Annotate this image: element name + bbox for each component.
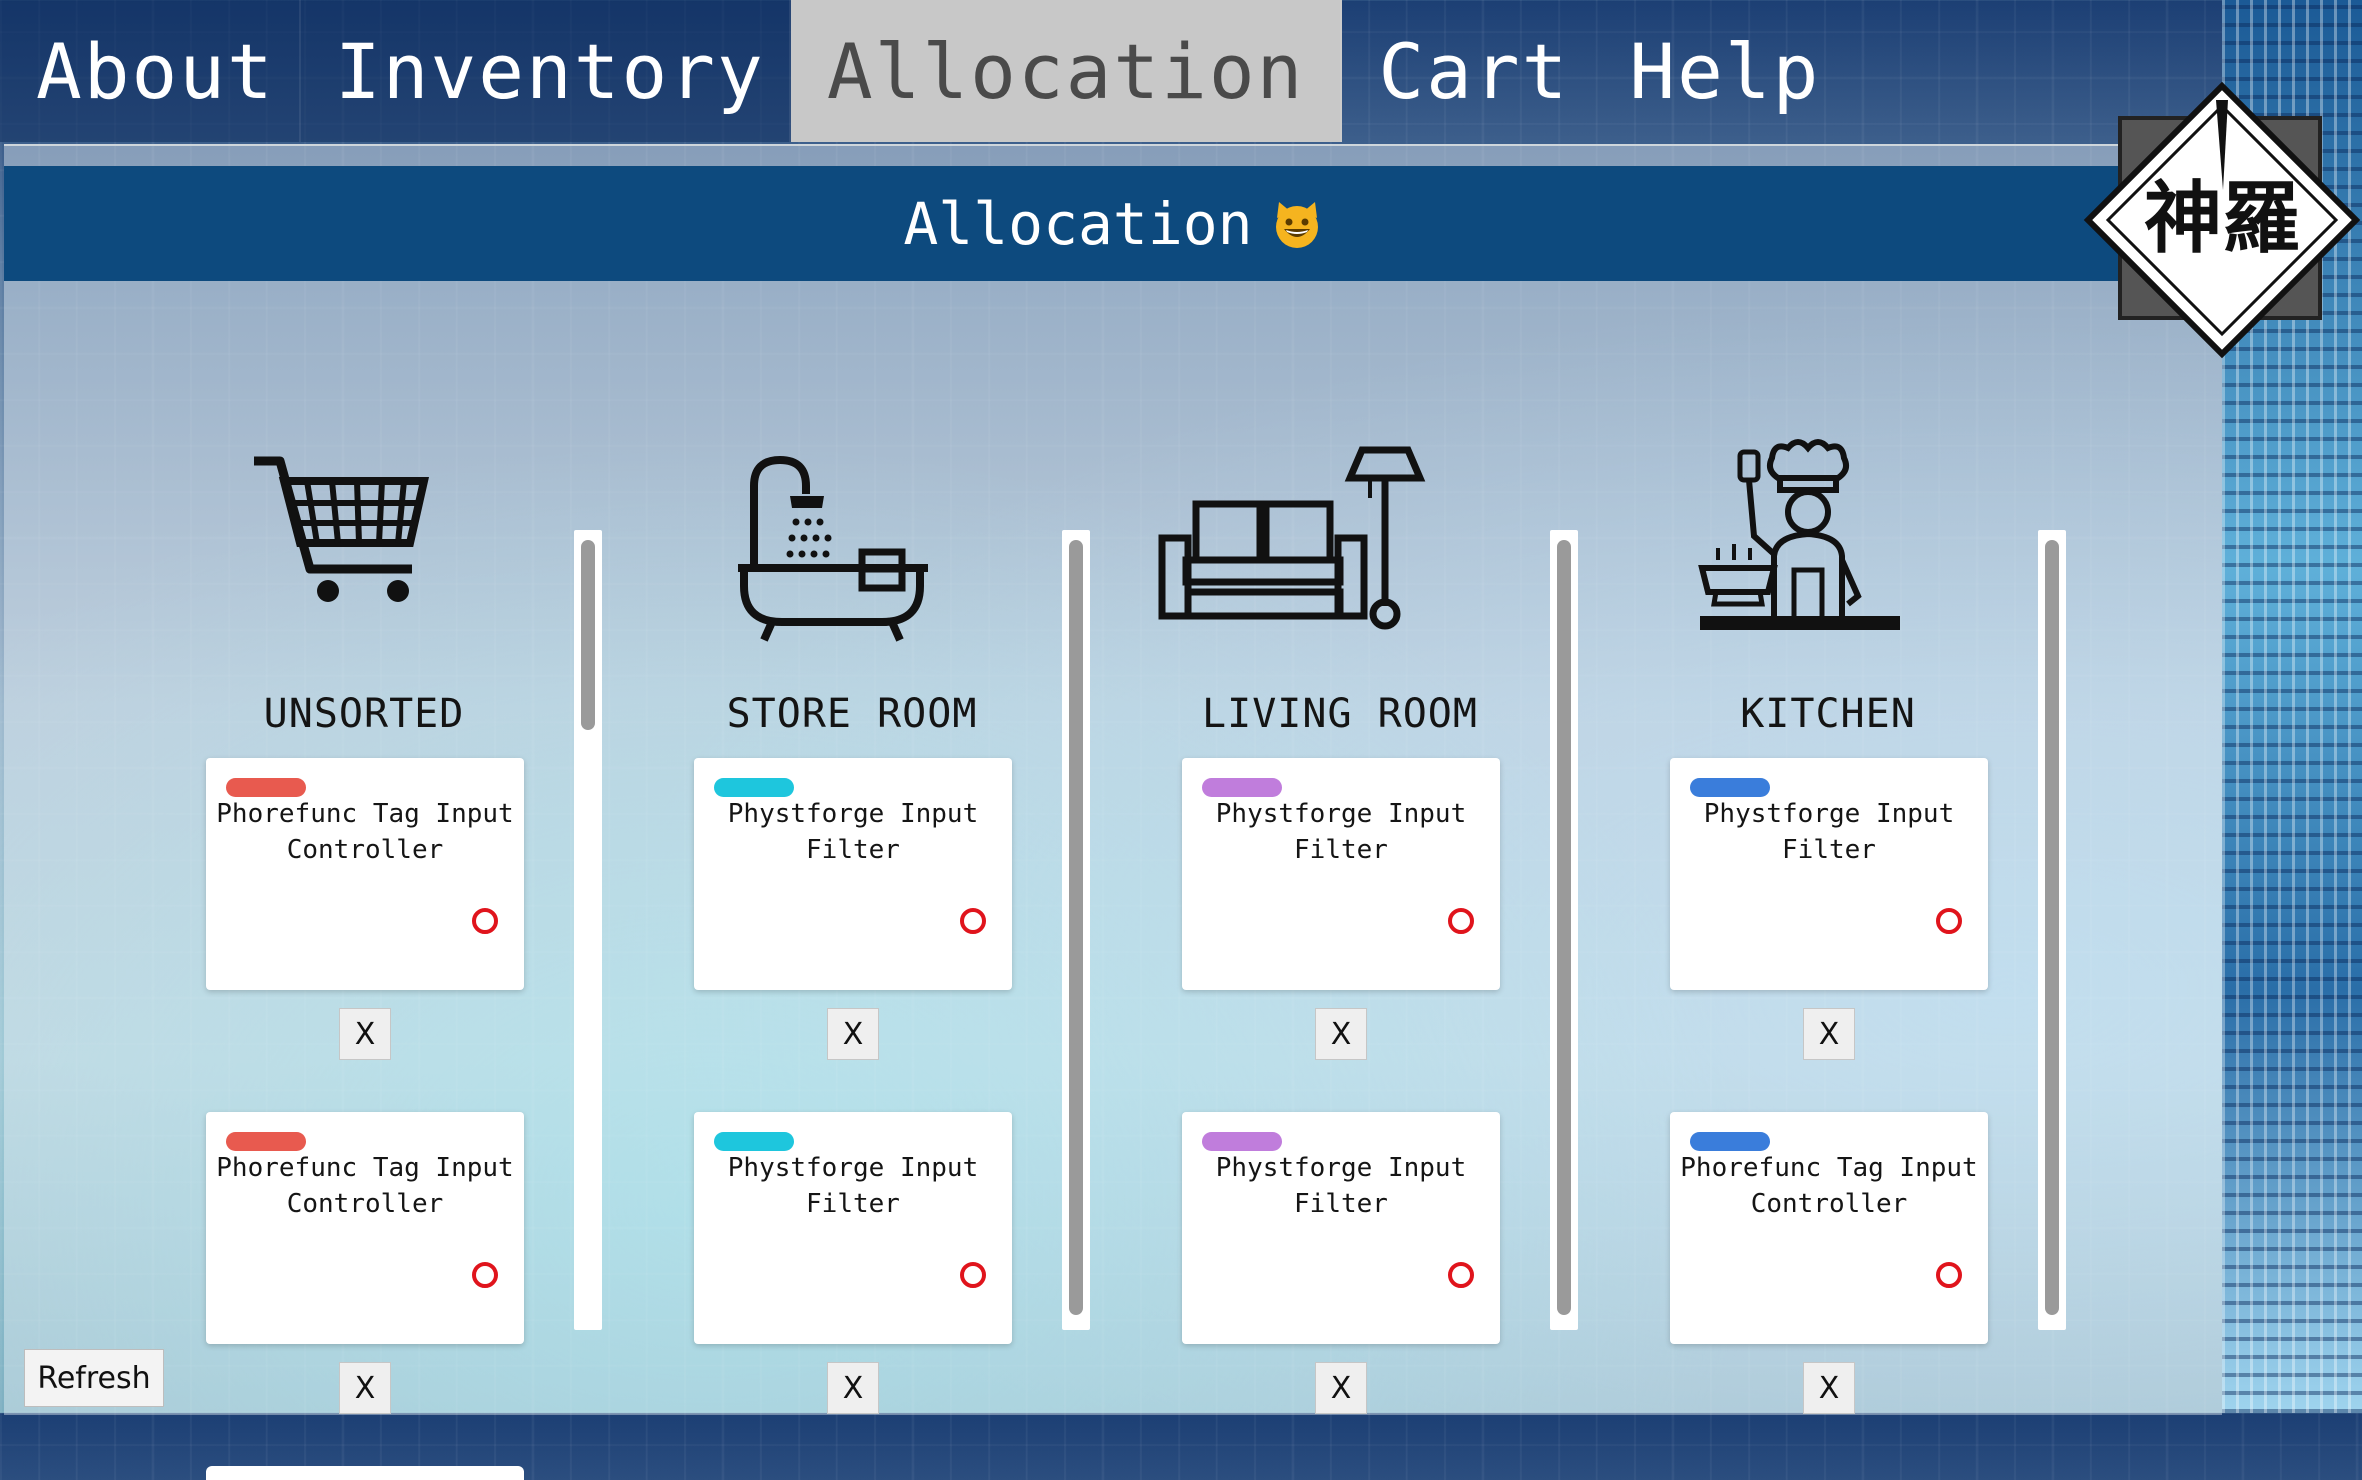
status-indicator xyxy=(472,1262,498,1288)
column-scrollbar[interactable] xyxy=(574,530,602,1330)
tab-allocation[interactable]: Allocation xyxy=(790,0,1343,142)
item-title: Phystforge Input Filter xyxy=(1215,799,1467,865)
remove-button[interactable]: X xyxy=(1315,1362,1367,1414)
column-title: STORE ROOM xyxy=(726,691,978,737)
scroll-thumb[interactable] xyxy=(1557,540,1571,1315)
panel-header: Allocation xyxy=(4,166,2222,281)
item-title: Phorefunc Tag Input Controller xyxy=(1680,1153,1978,1219)
category-tag xyxy=(714,778,794,797)
refresh-button[interactable]: Refresh xyxy=(24,1349,164,1407)
chef-icon xyxy=(1698,439,1900,630)
category-tag xyxy=(1202,1132,1282,1151)
tab-inventory[interactable]: Inventory xyxy=(301,0,791,142)
item-card[interactable]: Phystforge Input Filter xyxy=(1670,758,1988,990)
shopping-cart-icon xyxy=(254,456,430,602)
status-indicator xyxy=(960,908,986,934)
tab-cart[interactable]: Cart xyxy=(1342,0,1599,142)
category-tag xyxy=(1690,778,1770,797)
logo-text: 神羅 xyxy=(2144,173,2300,264)
category-tag xyxy=(1690,1132,1770,1151)
status-indicator xyxy=(472,908,498,934)
shinra-logo: 神羅 xyxy=(2083,81,2361,359)
item-title: Phystforge Input Filter xyxy=(727,799,979,865)
grinning-cat-icon xyxy=(1275,201,1318,248)
status-indicator xyxy=(1448,908,1474,934)
item-title: Phystforge Input Filter xyxy=(1215,1153,1467,1219)
remove-button[interactable]: X xyxy=(1803,1008,1855,1060)
column-title: UNSORTED xyxy=(263,691,465,737)
top-nav: About Inventory Allocation Cart Help xyxy=(0,0,1820,142)
item-card[interactable]: Phystforge Input Filter xyxy=(1182,758,1500,990)
allocation-panel: Allocation UNSORTED Phorefunc Tag Input … xyxy=(4,144,2222,1480)
remove-button[interactable]: X xyxy=(827,1362,879,1414)
item-card[interactable]: Phorefunc Tag Input Controller xyxy=(1670,1112,1988,1344)
category-tag xyxy=(226,778,306,797)
category-tag xyxy=(1202,778,1282,797)
item-card[interactable]: Phorefunc Tag Input Controller xyxy=(206,1112,524,1344)
status-indicator xyxy=(1936,908,1962,934)
scroll-thumb[interactable] xyxy=(1069,540,1083,1315)
column-title: LIVING ROOM xyxy=(1202,691,1478,737)
column-scrollbar[interactable] xyxy=(2038,530,2066,1330)
remove-button[interactable]: X xyxy=(339,1362,391,1414)
remove-button[interactable]: X xyxy=(1315,1008,1367,1060)
remove-button[interactable]: X xyxy=(827,1008,879,1060)
sofa-icon xyxy=(1158,446,1426,630)
item-title: Phystforge Input Filter xyxy=(727,1153,979,1219)
item-card[interactable]: Phystforge Input Filter xyxy=(694,758,1012,990)
item-card[interactable]: Phystforge Input Filter xyxy=(694,1112,1012,1344)
item-title: Phorefunc Tag Input Controller xyxy=(216,799,514,865)
remove-button[interactable]: X xyxy=(339,1008,391,1060)
tab-about[interactable]: About xyxy=(0,0,301,142)
bathtub-icon xyxy=(738,455,928,642)
column-scrollbar[interactable] xyxy=(1550,530,1578,1330)
status-indicator xyxy=(1936,1262,1962,1288)
page-title: Allocation xyxy=(903,189,1253,258)
scroll-thumb[interactable] xyxy=(2045,540,2059,1315)
category-tag xyxy=(226,1132,306,1151)
status-indicator xyxy=(960,1262,986,1288)
item-card-partial xyxy=(206,1466,524,1480)
item-card[interactable]: Phystforge Input Filter xyxy=(1182,1112,1500,1344)
category-tag xyxy=(714,1132,794,1151)
column-scrollbar[interactable] xyxy=(1062,530,1090,1330)
column-title: KITCHEN xyxy=(1740,691,1916,737)
item-card[interactable]: Phorefunc Tag Input Controller xyxy=(206,758,524,990)
status-indicator xyxy=(1448,1262,1474,1288)
remove-button[interactable]: X xyxy=(1803,1362,1855,1414)
item-title: Phorefunc Tag Input Controller xyxy=(216,1153,514,1219)
item-title: Phystforge Input Filter xyxy=(1703,799,1955,865)
tab-help[interactable]: Help xyxy=(1599,0,1820,142)
scroll-thumb[interactable] xyxy=(581,540,595,730)
